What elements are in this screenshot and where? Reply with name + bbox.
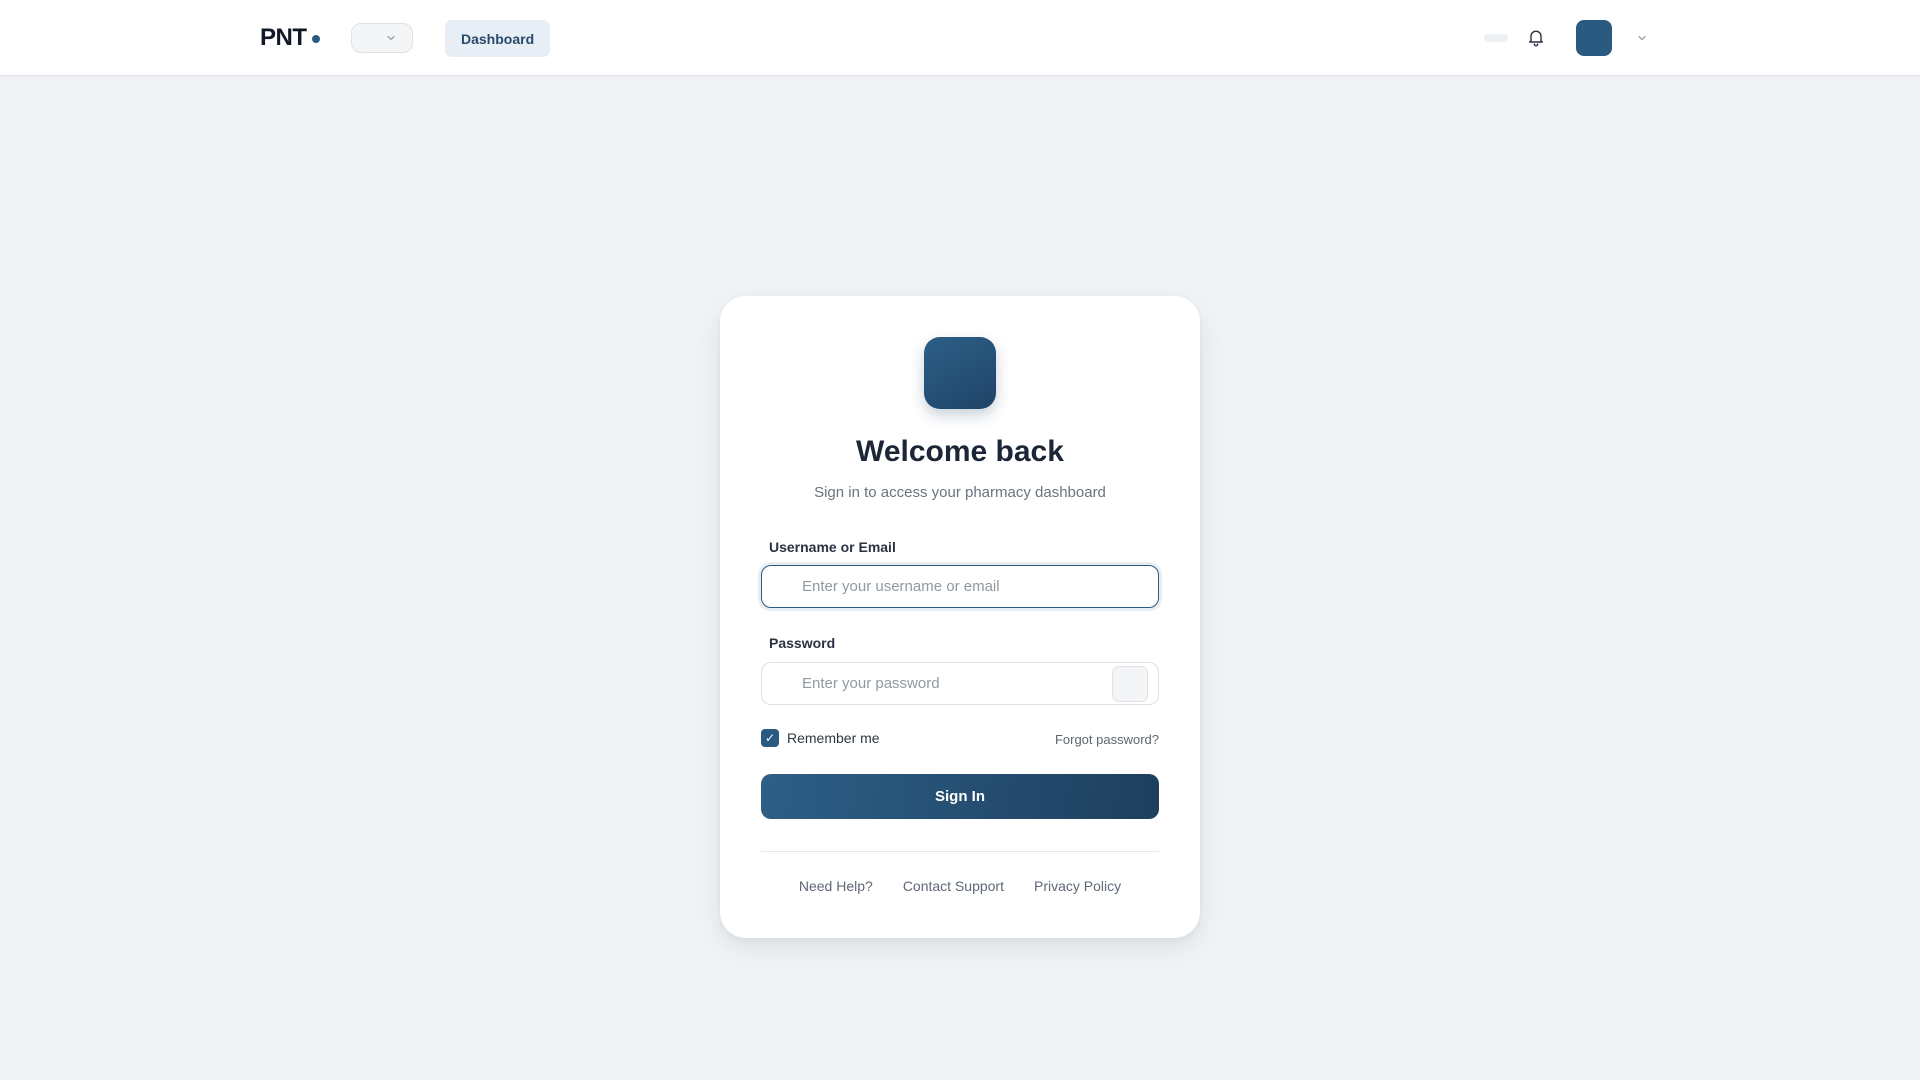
username-field-wrapper <box>761 565 1159 608</box>
username-input[interactable] <box>762 566 1158 607</box>
workspace-switcher[interactable] <box>351 23 413 53</box>
sign-in-button[interactable]: Sign In <box>761 774 1159 819</box>
footer-divider <box>761 851 1159 852</box>
forgot-password-link[interactable]: Forgot password? <box>1055 732 1159 747</box>
login-card: Welcome back Sign in to access your phar… <box>720 296 1200 938</box>
notifications-button[interactable] <box>1525 26 1547 48</box>
bell-icon <box>1529 30 1543 47</box>
password-input[interactable] <box>762 663 1158 704</box>
remember-me-checkbox[interactable]: ✓ <box>761 729 779 747</box>
brand-logo[interactable]: PNT <box>260 23 320 53</box>
username-label: Username or Email <box>769 539 896 555</box>
page-title: Welcome back <box>856 435 1064 468</box>
chevron-down-icon <box>387 35 395 41</box>
user-avatar[interactable] <box>1576 20 1612 56</box>
status-placeholder <box>1484 34 1508 42</box>
remember-me-label[interactable]: Remember me <box>787 730 880 746</box>
need-help-link[interactable]: Need Help? <box>799 878 873 894</box>
privacy-policy-link[interactable]: Privacy Policy <box>1034 878 1121 894</box>
footer-links: Need Help? Contact Support Privacy Polic… <box>720 878 1200 894</box>
brand-name: PNT <box>260 24 307 51</box>
top-navigation-bar: PNT Dashboard <box>0 0 1920 76</box>
contact-support-link[interactable]: Contact Support <box>903 878 1004 894</box>
nav-dashboard-link[interactable]: Dashboard <box>445 20 551 57</box>
brand-dot-icon <box>311 35 320 43</box>
page-subtitle: Sign in to access your pharmacy dashboar… <box>814 484 1106 501</box>
chevron-down-icon <box>1638 35 1646 41</box>
app-logo-icon <box>924 337 996 409</box>
user-menu-toggle[interactable] <box>1636 32 1648 44</box>
password-label: Password <box>769 635 836 651</box>
toggle-password-visibility-button[interactable] <box>1112 666 1148 702</box>
remember-me-control[interactable]: ✓ Remember me <box>761 729 880 747</box>
password-field-wrapper <box>761 662 1159 705</box>
